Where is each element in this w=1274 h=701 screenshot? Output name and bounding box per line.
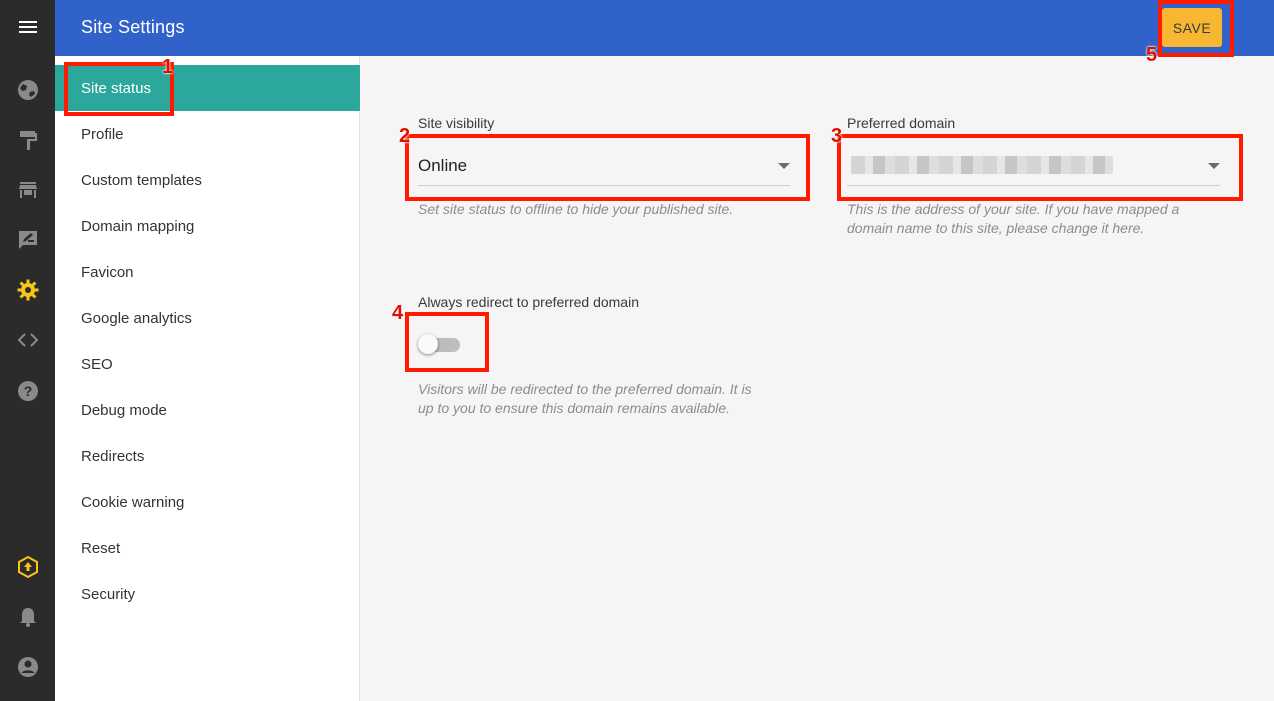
nav-item-custom-templates[interactable]: Custom templates <box>55 157 360 203</box>
annotation-number-4: 4 <box>392 302 404 324</box>
settings-nav: Site status Profile Custom templates Dom… <box>55 56 360 701</box>
annotation-box-5 <box>1158 0 1234 57</box>
gear-icon[interactable] <box>0 270 55 310</box>
nav-item-profile[interactable]: Profile <box>55 111 360 157</box>
globe-icon[interactable] <box>0 70 55 110</box>
icon-rail: ? <box>0 0 55 701</box>
upgrade-icon[interactable] <box>0 547 55 587</box>
annotation-box-2 <box>405 134 810 201</box>
svg-text:?: ? <box>23 383 32 399</box>
nav-item-debug-mode[interactable]: Debug mode <box>55 387 360 433</box>
annotation-box-4 <box>405 312 489 372</box>
nav-item-reset[interactable]: Reset <box>55 525 360 571</box>
bell-icon[interactable] <box>0 597 55 637</box>
annotation-box-3 <box>837 134 1243 201</box>
annotation-number-3: 3 <box>831 125 843 147</box>
site-visibility-label: Site visibility <box>418 115 495 131</box>
annotation-number-2: 2 <box>399 125 411 147</box>
annotation-number-5: 5 <box>1146 44 1158 66</box>
nav-item-seo[interactable]: SEO <box>55 341 360 387</box>
nav-item-cookie-warning[interactable]: Cookie warning <box>55 479 360 525</box>
annotation-number-1: 1 <box>162 56 174 78</box>
preferred-domain-label: Preferred domain <box>847 115 956 131</box>
edit-note-icon[interactable] <box>0 220 55 260</box>
store-icon[interactable] <box>0 170 55 210</box>
nav-item-domain-mapping[interactable]: Domain mapping <box>55 203 360 249</box>
redirect-label: Always redirect to preferred domain <box>418 294 639 310</box>
help-icon[interactable]: ? <box>0 371 55 411</box>
site-visibility-help: Set site status to offline to hide your … <box>418 201 734 217</box>
redirect-help: Visitors will be redirected to the prefe… <box>418 381 752 416</box>
nav-item-google-analytics[interactable]: Google analytics <box>55 295 360 341</box>
menu-icon[interactable] <box>0 7 55 47</box>
app-header: Site Settings <box>55 0 1274 56</box>
page-title: Site Settings <box>81 17 185 37</box>
preferred-domain-help: This is the address of your site. If you… <box>847 201 1180 236</box>
nav-item-security[interactable]: Security <box>55 571 360 617</box>
nav-item-redirects[interactable]: Redirects <box>55 433 360 479</box>
code-icon[interactable] <box>0 320 55 360</box>
nav-item-favicon[interactable]: Favicon <box>55 249 360 295</box>
account-icon[interactable] <box>0 647 55 687</box>
paint-roller-icon[interactable] <box>0 120 55 160</box>
annotation-box-1 <box>64 62 174 116</box>
